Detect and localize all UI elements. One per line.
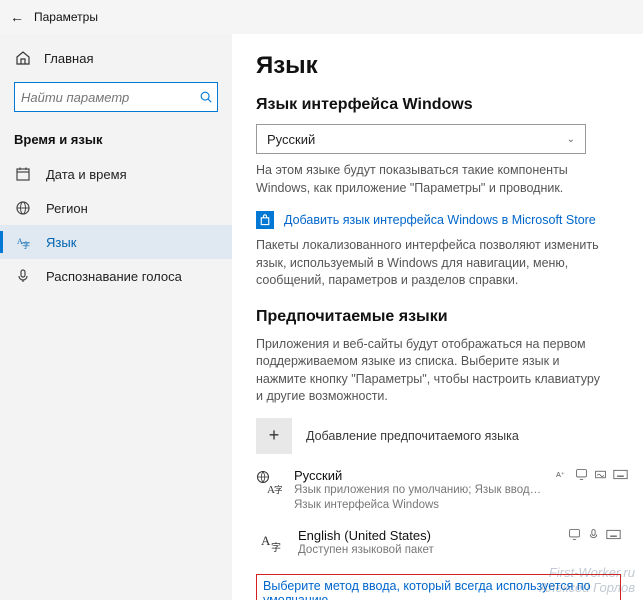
display-language-select[interactable]: Русский ⌄	[256, 124, 586, 154]
language-a-icon: A字	[14, 234, 32, 250]
svg-text:字: 字	[271, 541, 281, 554]
page-heading: Язык	[256, 52, 621, 80]
speech-icon	[575, 468, 588, 481]
store-icon	[256, 211, 274, 229]
microphone-icon	[14, 268, 32, 284]
sidebar: Главная Время и язык Дата и время	[0, 34, 232, 600]
sidebar-group-label: Время и язык	[0, 126, 232, 153]
section-preferred-languages: Предпочитаемые языки	[256, 308, 621, 326]
language-subtext: Язык приложения по умолчанию; Язык ввода…	[294, 483, 544, 499]
svg-text:字: 字	[22, 240, 30, 250]
store-link-label: Добавить язык интерфейса Windows в Micro…	[284, 213, 596, 227]
sidebar-item-label: Регион	[46, 201, 88, 216]
search-input[interactable]	[21, 90, 199, 105]
section-display-language: Язык интерфейса Windows	[256, 96, 621, 114]
globe-icon	[14, 200, 32, 216]
microphone-icon	[587, 528, 600, 541]
home-icon	[14, 50, 32, 66]
svg-text:A⁺: A⁺	[556, 469, 565, 478]
sidebar-item-region[interactable]: Регион	[0, 191, 232, 225]
language-feature-icons	[568, 528, 621, 541]
sidebar-item-speech[interactable]: Распознавание голоса	[0, 259, 232, 293]
back-button[interactable]: ←	[6, 9, 28, 25]
add-language-label: Добавление предпочитаемого языка	[306, 429, 519, 443]
text-to-speech-icon: A⁺	[556, 468, 569, 481]
add-language-button[interactable]: + Добавление предпочитаемого языка	[256, 418, 621, 454]
svg-text:A: A	[261, 533, 271, 548]
sidebar-item-label: Язык	[46, 235, 76, 250]
language-item-russian[interactable]: A字 Русский Язык приложения по умолчанию;…	[256, 468, 621, 514]
display-language-desc2: Пакеты локализованного интерфейса позвол…	[256, 237, 606, 290]
titlebar: ← Параметры	[0, 0, 643, 34]
content-area: Язык Язык интерфейса Windows Русский ⌄ Н…	[232, 34, 643, 600]
language-glyph-icon: A字	[256, 530, 286, 556]
default-input-method-highlight: Выберите метод ввода, который всегда исп…	[256, 574, 621, 600]
display-language-value: Русский	[267, 132, 315, 147]
sidebar-item-language[interactable]: A字 Язык	[0, 225, 232, 259]
window-title: Параметры	[34, 10, 98, 24]
language-name: Русский	[294, 468, 544, 483]
language-subtext2: Язык интерфейса Windows	[294, 498, 544, 514]
search-box[interactable]	[14, 82, 218, 112]
store-link[interactable]: Добавить язык интерфейса Windows в Micro…	[256, 211, 621, 229]
sidebar-item-label: Дата и время	[46, 167, 127, 182]
plus-icon: +	[256, 418, 292, 454]
chevron-down-icon: ⌄	[567, 134, 575, 145]
sidebar-item-label: Распознавание голоса	[46, 269, 182, 284]
display-language-desc: На этом языке будут показываться такие к…	[256, 162, 606, 197]
calendar-icon	[14, 166, 32, 182]
sidebar-home-label: Главная	[44, 51, 93, 66]
default-input-method-link[interactable]: Выберите метод ввода, который всегда исп…	[263, 579, 591, 600]
keyboard-icon	[606, 528, 621, 541]
search-icon	[199, 90, 213, 104]
sidebar-item-date-time[interactable]: Дата и время	[0, 157, 232, 191]
language-item-english[interactable]: A字 English (United States) Доступен язык…	[256, 528, 621, 559]
speech-icon	[568, 528, 581, 541]
preferred-languages-desc: Приложения и веб-сайты будут отображатьс…	[256, 336, 606, 406]
language-name: English (United States)	[298, 528, 556, 543]
sidebar-home[interactable]: Главная	[0, 44, 232, 72]
language-feature-icons: A⁺	[556, 468, 628, 481]
language-glyph-icon: A字	[256, 470, 282, 496]
keyboard-icon	[613, 468, 628, 481]
handwriting-icon	[594, 468, 607, 481]
svg-text:字: 字	[274, 484, 282, 495]
language-subtext: Доступен языковой пакет	[298, 543, 548, 559]
